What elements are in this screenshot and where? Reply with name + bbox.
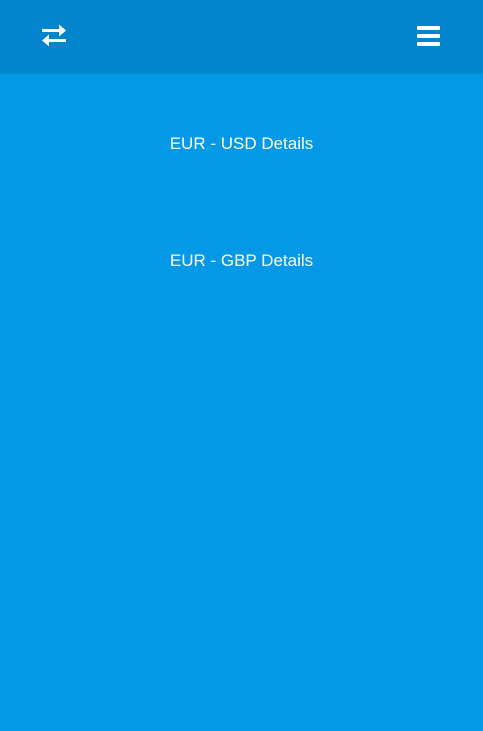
swap-arrows-icon xyxy=(42,24,66,47)
main-content: EUR - USD Details EUR - GBP Details xyxy=(0,72,483,731)
eur-gbp-details-link[interactable]: EUR - GBP Details xyxy=(0,250,483,272)
menu-button[interactable] xyxy=(411,18,447,54)
app-header xyxy=(0,0,483,72)
hamburger-menu-icon xyxy=(417,26,440,46)
eur-usd-details-link[interactable]: EUR - USD Details xyxy=(0,133,483,155)
swap-currencies-button[interactable] xyxy=(36,18,72,54)
